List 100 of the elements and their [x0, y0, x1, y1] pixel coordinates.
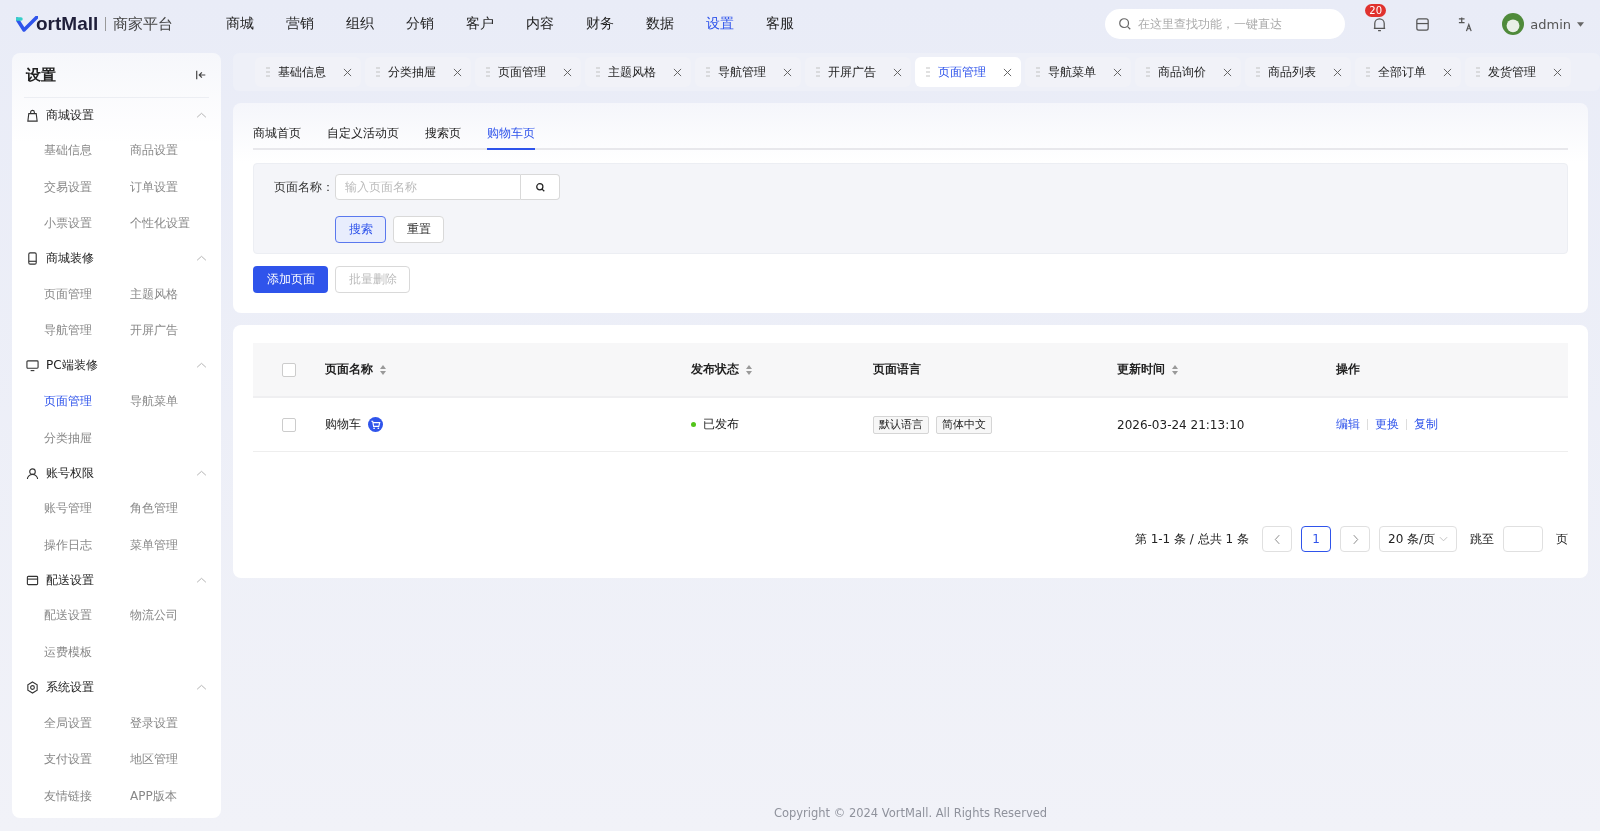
action-link[interactable]: 复制: [1414, 416, 1438, 433]
sub-tab[interactable]: 搜索页: [425, 125, 461, 150]
sub-tab[interactable]: 自定义活动页: [327, 125, 399, 150]
sidebar-item[interactable]: 操作日志: [44, 526, 130, 564]
close-icon[interactable]: [453, 67, 462, 77]
close-icon[interactable]: [1223, 67, 1232, 77]
sidebar-item[interactable]: 友情链接: [44, 777, 130, 815]
sidebar-item[interactable]: 全局设置: [44, 704, 130, 742]
nav-item[interactable]: 财务: [586, 15, 646, 33]
close-icon[interactable]: [563, 67, 572, 77]
chevron-icon[interactable]: [196, 684, 207, 692]
sidebar-item[interactable]: 订单设置: [130, 168, 216, 206]
sub-tab[interactable]: 购物车页: [487, 125, 535, 150]
action-link[interactable]: 更换: [1375, 416, 1399, 433]
close-icon[interactable]: [673, 67, 682, 77]
next-page-button[interactable]: [1340, 526, 1370, 552]
sidebar-item[interactable]: 导航菜单: [130, 382, 216, 420]
sort-icon[interactable]: [746, 364, 752, 375]
nav-item[interactable]: 客服: [766, 15, 826, 33]
nav-item[interactable]: 设置: [706, 15, 766, 33]
close-icon[interactable]: [343, 67, 352, 77]
search-button[interactable]: 搜索: [335, 216, 386, 243]
sidebar-item[interactable]: 支付设置: [44, 741, 130, 778]
page-name-field[interactable]: 输入页面名称: [335, 174, 521, 200]
nav-item[interactable]: 内容: [526, 15, 586, 33]
chevron-icon[interactable]: [196, 362, 207, 370]
close-icon[interactable]: [783, 67, 792, 77]
tab-label[interactable]: 全部订单: [1378, 63, 1435, 81]
sidebar-item[interactable]: 交易设置: [44, 168, 130, 206]
sidebar-item[interactable]: 商品设置: [130, 132, 216, 169]
tab-label[interactable]: 页面管理: [938, 63, 995, 81]
avatar-icon[interactable]: [1502, 13, 1525, 35]
sidebar-item[interactable]: 导航管理: [44, 312, 130, 349]
sidebar-item[interactable]: 页面管理: [44, 382, 130, 420]
previous-page-button[interactable]: [1262, 526, 1292, 552]
close-icon[interactable]: [1333, 67, 1342, 77]
store-icon[interactable]: [1414, 15, 1432, 33]
tab-label[interactable]: 商品询价: [1158, 63, 1215, 81]
sub-tab[interactable]: 商城首页: [253, 125, 301, 150]
sidebar-item[interactable]: 分类抽屉: [44, 419, 130, 457]
sidebar-item[interactable]: 基础信息: [44, 132, 130, 169]
tab-label[interactable]: 导航菜单: [1048, 63, 1105, 81]
nav-item[interactable]: 数据: [646, 15, 706, 33]
chevron-icon[interactable]: [196, 576, 207, 584]
tab-label[interactable]: 主题风格: [608, 63, 665, 81]
nav-item[interactable]: 商城: [226, 15, 286, 33]
menu-group-title[interactable]: 系统设置: [46, 679, 189, 697]
tab-label[interactable]: 开屏广告: [828, 63, 885, 81]
menu-group-title[interactable]: PC端装修: [46, 357, 189, 375]
sidebar-item[interactable]: 页面管理: [44, 275, 130, 313]
tab-label[interactable]: 页面管理: [498, 63, 555, 81]
sidebar-item[interactable]: 主题风格: [130, 275, 216, 313]
user-name[interactable]: admin: [1530, 16, 1571, 32]
menu-group-title[interactable]: 商城设置: [46, 106, 189, 124]
jump-page-field[interactable]: [1503, 526, 1543, 552]
collapse-icon[interactable]: [195, 69, 207, 81]
page-tab[interactable]: 页面管理: [915, 57, 1021, 87]
chevron-icon[interactable]: [196, 255, 207, 263]
tab-label[interactable]: 基础信息: [278, 63, 335, 81]
sidebar-item[interactable]: 个性化设置: [130, 205, 216, 242]
sort-icon[interactable]: [380, 364, 386, 375]
menu-group-title[interactable]: 商城装修: [46, 250, 189, 268]
menu-group-title[interactable]: 配送设置: [46, 571, 189, 589]
add-page-button[interactable]: 添加页面: [253, 266, 328, 293]
nav-item[interactable]: 营销: [286, 15, 346, 33]
tab-label[interactable]: 发货管理: [1488, 63, 1545, 81]
page-size-select[interactable]: 20 条/页: [1379, 526, 1457, 552]
close-icon[interactable]: [1553, 67, 1562, 77]
translate-icon[interactable]: [1457, 15, 1475, 33]
tab-label[interactable]: 导航管理: [718, 63, 775, 81]
tab-label[interactable]: 商品列表: [1268, 63, 1325, 81]
caret-icon[interactable]: [1577, 21, 1584, 27]
nav-item[interactable]: 客户: [466, 15, 526, 33]
close-icon[interactable]: [1003, 67, 1012, 77]
reset-button[interactable]: 重置: [393, 216, 444, 243]
search-button[interactable]: [521, 174, 560, 200]
sidebar-item[interactable]: 账号管理: [44, 490, 130, 527]
page-number-button[interactable]: 1: [1301, 526, 1331, 552]
nav-item[interactable]: 分销: [406, 15, 466, 33]
action-link[interactable]: 编辑: [1336, 416, 1360, 433]
sidebar-item[interactable]: 小票设置: [44, 205, 130, 242]
sort-icon[interactable]: [1172, 364, 1178, 375]
sidebar-item[interactable]: 运费模板: [44, 633, 130, 671]
nav-item[interactable]: 组织: [346, 15, 406, 33]
sidebar-item[interactable]: APP版本: [130, 777, 216, 815]
sidebar-item[interactable]: 物流公司: [130, 597, 216, 634]
tab-label[interactable]: 分类抽屉: [388, 63, 445, 81]
sidebar-item[interactable]: 登录设置: [130, 704, 216, 742]
close-icon[interactable]: [1443, 67, 1452, 77]
sidebar-item[interactable]: 配送设置: [44, 597, 130, 634]
sidebar-item[interactable]: 地区管理: [130, 741, 216, 778]
checkbox[interactable]: [282, 362, 296, 377]
close-icon[interactable]: [893, 67, 902, 77]
sidebar-item[interactable]: 菜单管理: [130, 526, 216, 564]
search-field[interactable]: 在这里查找功能，一键直达: [1105, 9, 1346, 39]
checkbox[interactable]: [282, 417, 296, 432]
sidebar-item[interactable]: 角色管理: [130, 490, 216, 527]
chevron-icon[interactable]: [196, 469, 207, 477]
chevron-icon[interactable]: [196, 111, 207, 119]
close-icon[interactable]: [1113, 67, 1122, 77]
